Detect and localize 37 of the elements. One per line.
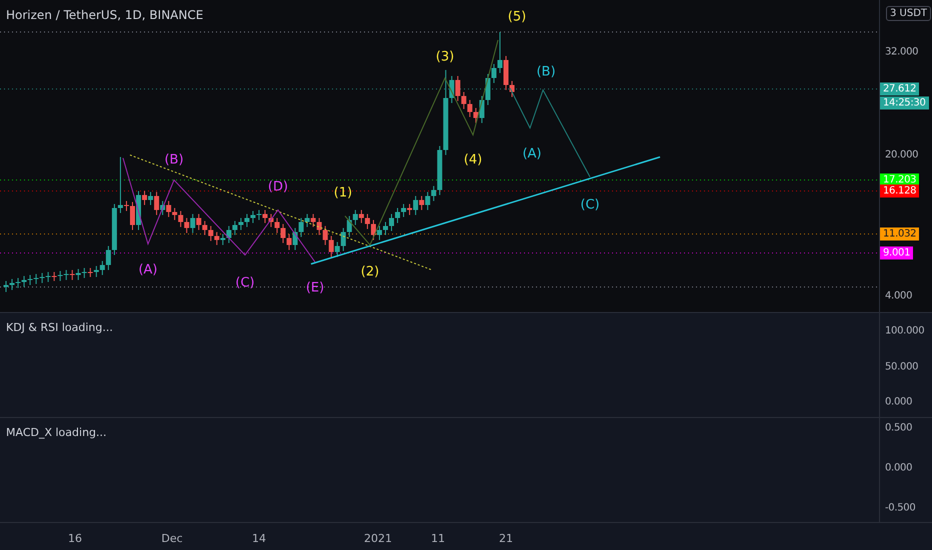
wave-label: (A) [138,262,158,278]
axis-tick: 0.000 [885,462,912,474]
axis-tick: 32.000 [885,46,918,58]
axis-tick: 20.000 [885,150,918,160]
time-label: 11 [431,532,445,545]
currency-button[interactable]: 3 USDT [886,6,932,21]
time-label: 2021 [364,532,392,545]
countdown-tag: 14:25:30 [880,96,929,110]
chart-title: Horizen / TetherUS, 1D, BINANCE [6,8,204,22]
time-label: 14 [252,532,266,545]
indicator-title: MACD_X loading... [6,426,107,439]
wave-label: (C) [235,276,255,291]
axis-tick: 0.500 [885,422,912,434]
axis-tick: 100.000 [885,326,924,336]
time-label: 21 [499,532,513,545]
wave-label: (2) [360,264,380,280]
time-label: Dec [161,532,183,545]
time-label: 16 [68,532,82,545]
price-tag: 27.612 [880,82,920,96]
price-tag: 9.001 [880,246,914,260]
axis-tick: 4.000 [885,290,912,302]
wave-label: (A) [522,146,542,162]
wave-label: (D) [268,180,288,195]
price-tag: 16.128 [880,184,920,198]
wave-label: (C) [580,198,600,213]
wave-label: (3) [436,50,454,65]
wave-label: (4) [464,152,482,168]
axis-tick: -0.500 [885,502,916,514]
wave-label: (E) [306,280,324,296]
price-tag: 11.032 [880,228,920,240]
indicator-title: KDJ & RSI loading... [6,321,113,334]
axis-tick: 50.000 [885,362,918,372]
axis-tick: 0.000 [885,396,912,408]
wave-label: (5) [508,10,526,25]
wave-label: (B) [536,64,556,80]
wave-label: (B) [164,152,184,168]
wave-label: (1) [334,186,352,201]
